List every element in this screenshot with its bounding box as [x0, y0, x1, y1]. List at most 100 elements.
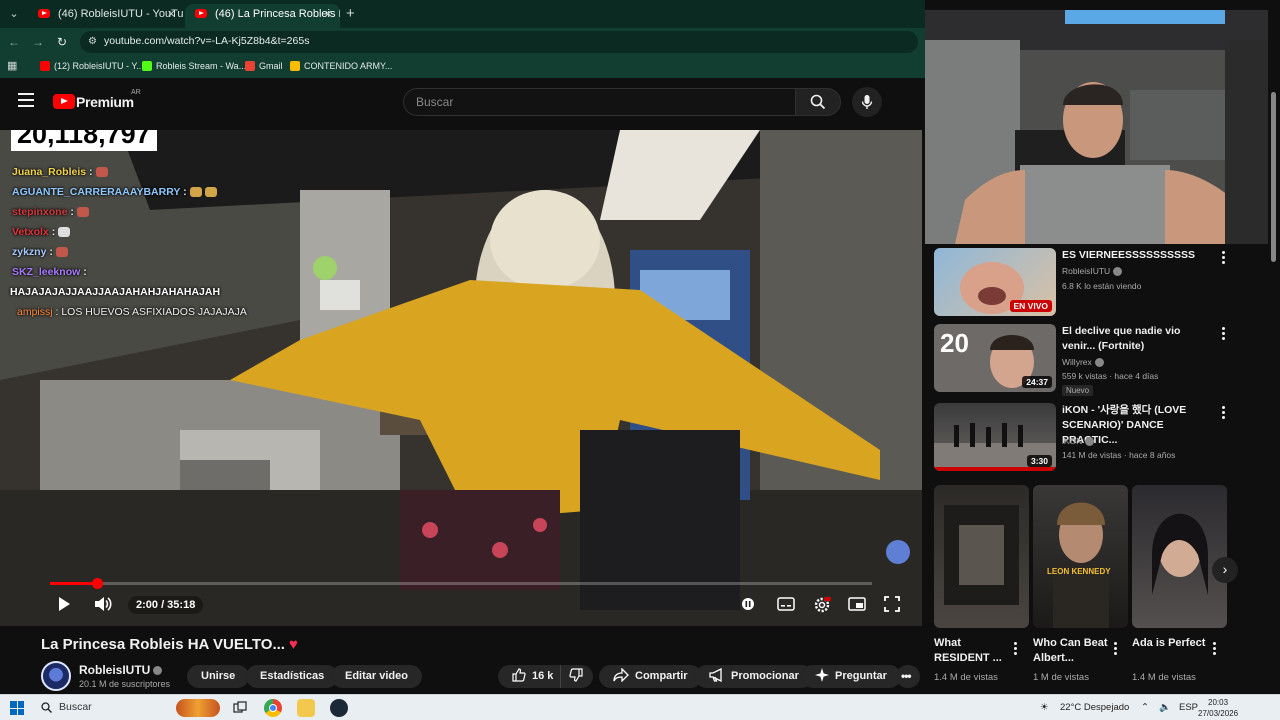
address-bar[interactable]: ⚙ youtube.com/watch?v=-LA-Kj5Z8b4&t=265s — [80, 31, 918, 53]
search-input[interactable] — [416, 94, 776, 110]
join-button[interactable]: Unirse — [187, 665, 250, 688]
play-button[interactable] — [56, 596, 76, 614]
close-tab-icon[interactable]: × — [167, 4, 175, 24]
steam-icon[interactable] — [330, 699, 348, 717]
weather-widget[interactable]: 22°C Despejado — [1060, 702, 1129, 713]
stats-button[interactable]: Estadísticas — [246, 665, 339, 688]
system-clock[interactable]: 20:03 27/03/2026 — [1198, 697, 1238, 719]
apps-grid-icon[interactable]: ▦ — [7, 60, 19, 72]
more-options-icon[interactable] — [1213, 642, 1217, 656]
short-title[interactable]: Ada is Perfect — [1132, 636, 1210, 651]
autoplay-toggle[interactable] — [738, 596, 758, 614]
scrubber-handle[interactable] — [91, 578, 103, 589]
streamer-webcam — [925, 10, 1268, 244]
chrome-icon[interactable] — [264, 699, 282, 717]
short-thumbnail[interactable] — [1132, 485, 1227, 628]
windows-start-icon[interactable] — [10, 701, 24, 715]
browser-tab-1[interactable]: (46) RobleisIUTU - YouTube × — [28, 4, 183, 28]
recommended-video[interactable]: 3:30 iKON - '사랑을 했다 (LOVE SCENARIO)' DAN… — [934, 403, 1234, 473]
tray-arrow-icon[interactable]: ⌃ — [1141, 702, 1149, 713]
bookmark-label: Robleis Stream - Wa... — [156, 61, 247, 71]
promote-button[interactable]: Promocionar — [695, 665, 813, 688]
more-options-icon[interactable] — [1114, 642, 1118, 656]
taskbar-search-label: Buscar — [59, 701, 92, 713]
progress-bar[interactable] — [50, 578, 872, 589]
volume-button[interactable] — [94, 596, 114, 614]
chat-message: SKZ_leeknow : — [12, 262, 247, 282]
youtube-logo-icon[interactable] — [53, 94, 75, 109]
weather-icon[interactable]: ☀ — [1040, 702, 1049, 713]
video-thumbnail[interactable]: 20 24:37 — [934, 324, 1056, 392]
chat-text: : — [80, 266, 87, 278]
recommended-title[interactable]: El declive que nadie vio venir... (Fortn… — [1062, 324, 1212, 354]
chat-text: : — [86, 166, 93, 178]
subtitles-button[interactable] — [777, 596, 797, 614]
more-options-icon[interactable] — [1014, 642, 1018, 656]
chat-text: HAJAJAJAJJAAJJAAJAHAHJAHAHAJAH — [10, 286, 221, 298]
edit-video-button[interactable]: Editar video — [331, 665, 422, 688]
dislike-button[interactable] — [560, 665, 593, 688]
more-options-icon[interactable] — [1222, 406, 1226, 420]
file-explorer-icon[interactable] — [297, 699, 315, 717]
back-arrow-icon[interactable]: ← — [6, 34, 22, 50]
pause-toggle-icon — [742, 598, 754, 610]
more-options-icon[interactable] — [1222, 327, 1226, 341]
recommended-video[interactable]: EN VIVO ES VIERNEESSSSSSSSSS RobleisIUTU… — [934, 248, 1234, 318]
recommended-channel[interactable]: iKON — [1062, 436, 1095, 447]
volume-tray-icon[interactable]: 🔈 — [1159, 702, 1171, 713]
short-image — [1152, 513, 1208, 595]
recommended-video[interactable]: 20 24:37 El declive que nadie vio venir.… — [934, 324, 1234, 396]
search-box — [403, 88, 795, 116]
video-player[interactable]: 20,118,797 Juana_Robleis : AGUANTE_CARRE… — [0, 130, 922, 626]
video-thumbnail[interactable]: EN VIVO — [934, 248, 1056, 316]
bookmark-1[interactable]: (12) RobleisIUTU - Y... — [40, 61, 144, 71]
language-indicator[interactable]: ESP — [1179, 702, 1198, 713]
news-widget-icon[interactable] — [176, 699, 220, 717]
voice-search-button[interactable] — [852, 87, 882, 117]
reload-icon[interactable]: ↻ — [54, 34, 70, 50]
close-tab-icon[interactable]: × — [324, 4, 332, 24]
chat-text: : — [46, 246, 53, 258]
more-options-icon[interactable] — [1222, 251, 1226, 265]
browser-tab-2-active[interactable]: (46) La Princesa Robleis HA VUE × — [185, 4, 340, 28]
short-title[interactable]: What RESIDENT ... — [934, 636, 1012, 666]
hamburger-menu-icon[interactable] — [18, 93, 34, 107]
ask-button[interactable]: Preguntar — [801, 665, 901, 688]
tab-search-icon[interactable]: ⌄ — [6, 6, 22, 22]
recommended-title[interactable]: ES VIERNEESSSSSSSSSS — [1062, 248, 1212, 263]
bookmark-2[interactable]: Robleis Stream - Wa... — [142, 61, 246, 71]
new-tab-icon[interactable]: + — [346, 5, 355, 22]
share-button[interactable]: Compartir — [599, 665, 702, 688]
thumbs-up-icon — [512, 668, 526, 682]
short-title[interactable]: Who Can Beat Albert... — [1033, 636, 1111, 666]
settings-button[interactable] — [813, 596, 833, 614]
channel-name-text: RobleisIUTU — [79, 663, 151, 677]
short-thumbnail[interactable]: LEON KENNEDY — [1033, 485, 1128, 628]
fullscreen-button[interactable] — [884, 596, 904, 614]
channel-avatar[interactable] — [41, 661, 71, 691]
sidebar-scrollbar[interactable] — [1271, 92, 1276, 262]
chat-user: stepinxone — [12, 206, 68, 218]
video-thumbnail[interactable]: 3:30 — [934, 403, 1056, 471]
like-button[interactable]: 16 k — [498, 665, 564, 688]
bookmark-4[interactable]: CONTENIDO ARMY... — [290, 61, 392, 71]
miniplayer-button[interactable] — [848, 596, 868, 614]
new-badge: Nuevo — [1062, 385, 1094, 396]
taskbar-search[interactable]: Buscar — [41, 701, 92, 713]
recommended-channel[interactable]: RobleisIUTU — [1062, 266, 1123, 277]
forward-arrow-icon[interactable]: → — [30, 34, 46, 50]
more-actions-button[interactable]: ••• — [896, 665, 920, 688]
share-icon — [613, 667, 629, 683]
chat-message: Vetxolx : — [12, 222, 247, 242]
bookmark-3[interactable]: Gmail — [245, 61, 283, 71]
task-view-icon[interactable] — [231, 699, 249, 717]
short-thumbnail[interactable] — [934, 485, 1029, 628]
chat-text: : LOS HUEVOS ASFIXIADOS JAJAJAJA — [52, 306, 247, 318]
shorts-next-arrow-icon[interactable]: › — [1212, 557, 1238, 583]
channel-name[interactable]: RobleisIUTU — [79, 663, 163, 677]
youtube-brand-label[interactable]: Premium — [76, 94, 134, 110]
site-info-icon[interactable]: ⚙ — [88, 35, 102, 49]
short-image — [1053, 502, 1109, 628]
search-button[interactable] — [795, 88, 841, 116]
recommended-channel[interactable]: Willyrex — [1062, 357, 1104, 368]
